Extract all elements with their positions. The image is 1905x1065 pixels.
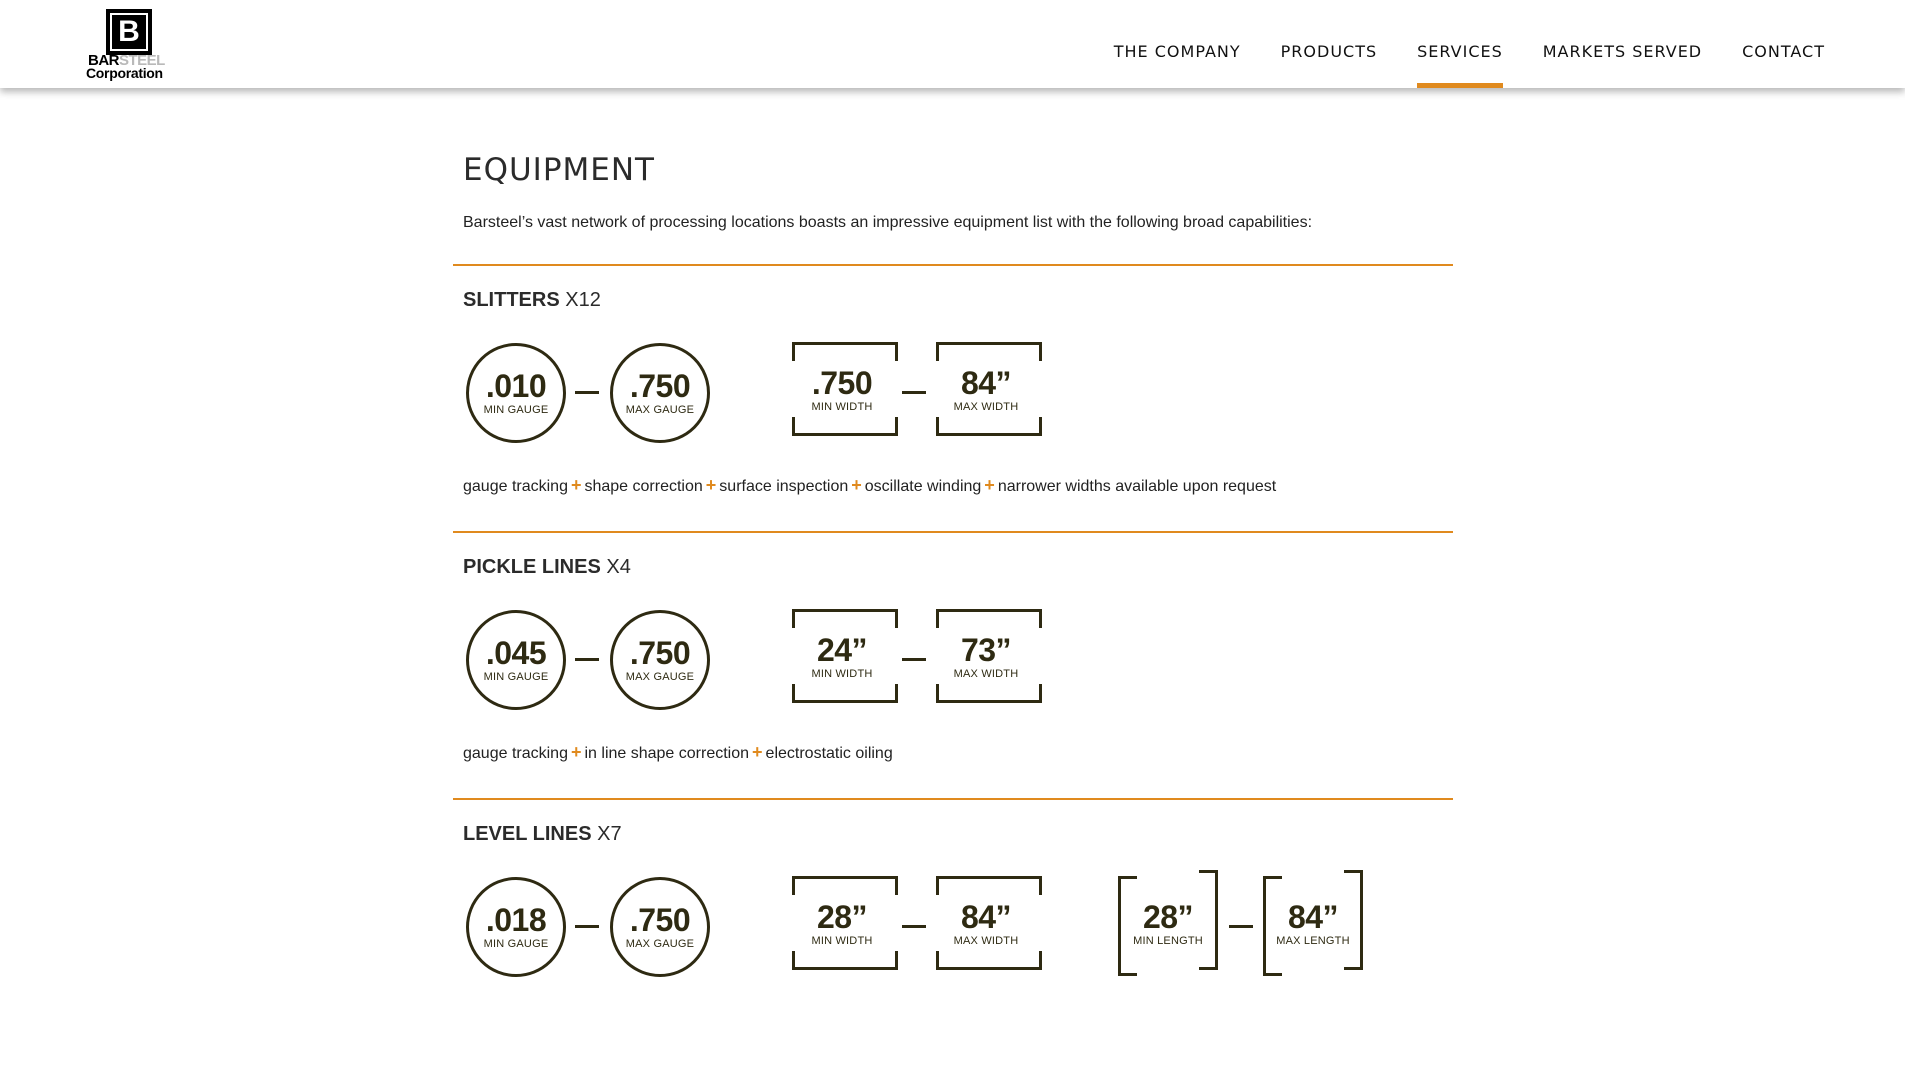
max-width-badge: 84” MAX WIDTH	[936, 342, 1042, 436]
max-gauge-badge: .750 MAX GAUGE	[610, 877, 710, 977]
logo-corporation: Corporation	[86, 65, 163, 81]
section-level-lines: LEVEL LINES X7 .018 MIN GAUGE .750 MAX GAU…	[453, 798, 1453, 1065]
nav-services[interactable]: SERVICES	[1417, 0, 1503, 88]
range-dash	[902, 925, 926, 928]
logo-mark: B	[106, 9, 152, 55]
max-gauge-badge: .750 MAX GAUGE	[610, 343, 710, 443]
plus-icon: +	[851, 475, 862, 495]
site-header: B BARSTEEL Corporation THE COMPANY PRODU…	[0, 0, 1905, 88]
min-width-badge: .750 MIN WIDTH	[792, 342, 898, 436]
range-dash	[902, 391, 926, 394]
plus-icon: +	[570, 742, 582, 762]
range-dash	[575, 391, 599, 394]
nav-products[interactable]: PRODUCTS	[1281, 0, 1378, 88]
min-width-badge: 28” MIN WIDTH	[792, 876, 898, 970]
nav-markets-served[interactable]: MARKETS SERVED	[1543, 0, 1702, 88]
section-divider	[453, 798, 1453, 800]
max-length-badge: 84” MAX LENGTH	[1263, 870, 1363, 976]
range-dash	[575, 658, 599, 661]
range-dash	[575, 925, 599, 928]
max-width-badge: 84” MAX WIDTH	[936, 876, 1042, 970]
section-pickle-lines: PICKLE LINES X4 .045 MIN GAUGE .750 MAX GA…	[453, 531, 1453, 798]
max-gauge-badge: .750 MAX GAUGE	[610, 610, 710, 710]
section-title: PICKLE LINES X4	[463, 556, 631, 578]
plus-icon: +	[752, 742, 763, 762]
barsteel-logo[interactable]: B BARSTEEL Corporation	[86, 9, 174, 81]
min-gauge-badge: .045 MIN GAUGE	[466, 610, 566, 710]
main-nav: THE COMPANY PRODUCTS SERVICES MARKETS SE…	[1074, 0, 1825, 88]
plus-icon: +	[984, 475, 995, 495]
max-width-badge: 73” MAX WIDTH	[936, 609, 1042, 703]
nav-the-company[interactable]: THE COMPANY	[1114, 0, 1241, 88]
intro-text: Barsteel’s vast network of processing lo…	[463, 214, 1313, 231]
section-divider	[453, 531, 1453, 533]
min-length-badge: 28” MIN LENGTH	[1118, 870, 1218, 976]
range-dash	[902, 658, 926, 661]
page-title: EQUIPMENT	[463, 152, 655, 188]
section-title: LEVEL LINES X7	[463, 823, 622, 845]
min-gauge-badge: .010 MIN GAUGE	[466, 343, 566, 443]
section-divider	[453, 264, 1453, 266]
section-slitters: SLITTERS X12 .010 MIN GAUGE .750 MAX GAUGE…	[453, 264, 1453, 531]
section-title: SLITTERS X12	[463, 289, 601, 311]
range-dash	[1229, 925, 1253, 928]
feature-list: gauge tracking + in line shape correction +…	[463, 742, 893, 762]
plus-icon: +	[705, 475, 717, 495]
nav-contact[interactable]: CONTACT	[1742, 0, 1825, 88]
plus-icon: +	[570, 475, 582, 495]
min-gauge-badge: .018 MIN GAUGE	[466, 877, 566, 977]
feature-list: gauge tracking + shape correction + surface …	[463, 475, 1277, 495]
min-width-badge: 24” MIN WIDTH	[792, 609, 898, 703]
